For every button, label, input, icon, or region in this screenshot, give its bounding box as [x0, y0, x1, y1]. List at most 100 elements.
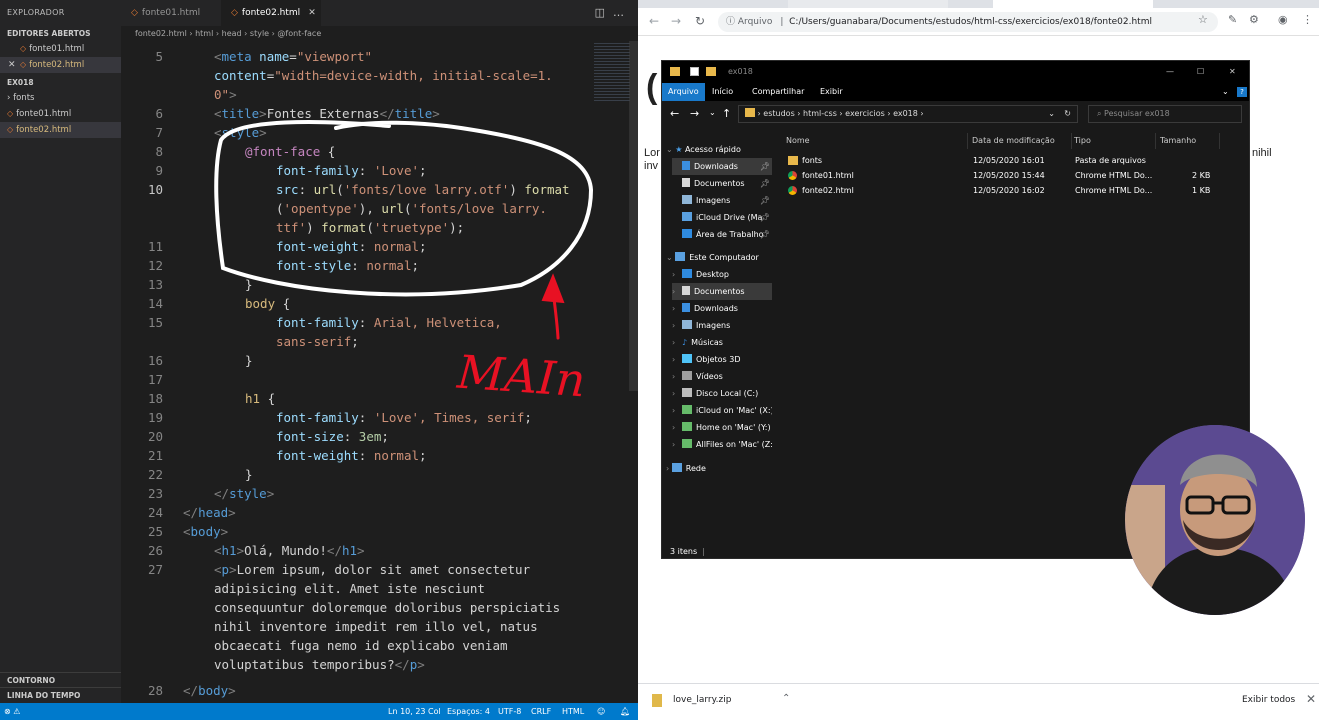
column-header-date[interactable]: Data de modificação [972, 133, 1072, 149]
reload-icon[interactable]: ↻ [692, 13, 708, 29]
breadcrumb-file[interactable]: fonte02.html [135, 29, 187, 38]
eyedropper-icon[interactable]: ✎ [1228, 13, 1237, 26]
nav-item-icloud-drive[interactable]: iCloud Drive (Ma 📌︎ [672, 209, 772, 226]
more-icon[interactable]: … [613, 6, 632, 19]
tab-fonte02[interactable]: ◇ fonte02.html ✕ [221, 0, 321, 26]
address-bar[interactable]: ⓘ Arquivo | C:/Users/guanabara/Documents/… [718, 12, 1218, 32]
line-number: 21 [147, 448, 163, 463]
ribbon-tab-compartilhar[interactable]: Compartilhar [752, 83, 804, 101]
nav-item-imagens[interactable]: Imagens 📌︎ [672, 192, 772, 209]
refresh-icon[interactable]: ↻ [1064, 106, 1071, 122]
nav-item-desktop[interactable]: › Desktop [672, 266, 772, 283]
outline-section[interactable]: CONTORNO [0, 672, 121, 687]
nav-item-area-de-trabalho[interactable]: Área de Trabalho 📌︎ [672, 226, 772, 243]
bookmark-star-icon[interactable]: ☆ [1198, 13, 1208, 26]
properties-icon[interactable] [690, 67, 699, 76]
nav-item-objetos-3d[interactable]: › Objetos 3D [672, 351, 772, 368]
feedback-icon[interactable]: ☺ [597, 703, 605, 720]
recent-locations-icon[interactable]: ⌄ [709, 108, 716, 117]
file-fonte01[interactable]: ◇ fonte01.html [0, 106, 121, 122]
workspace-section[interactable]: EX018 [0, 75, 121, 90]
open-editor-fonte02[interactable]: ✕ ◇ fonte02.html [0, 57, 121, 73]
path-segment[interactable]: html-css [803, 109, 837, 118]
nav-item-videos[interactable]: › Vídeos [672, 368, 772, 385]
end-of-line[interactable]: CRLF [531, 703, 551, 720]
bell-icon[interactable]: 🔔︎ [620, 703, 630, 720]
up-icon[interactable]: ↑ [722, 107, 731, 120]
breadcrumb-head[interactable]: head [222, 29, 242, 38]
back-icon[interactable]: ← [646, 13, 662, 29]
nav-item-imagens-pc[interactable]: › Imagens [672, 317, 772, 334]
tab-fonte01[interactable]: ◇ fonte01.html [121, 0, 221, 26]
minimize-icon[interactable]: — [1166, 61, 1174, 83]
breadcrumb-style[interactable]: style [250, 29, 269, 38]
close-icon[interactable]: ✕ [8, 57, 16, 73]
close-icon[interactable]: ✕ [1229, 61, 1236, 83]
code-editor[interactable]: 5 6 7 8 9 10 11 12 13 14 15 16 17 18 19 … [121, 41, 638, 703]
ribbon-tab-exibir[interactable]: Exibir [820, 83, 843, 101]
ribbon-tab-arquivo[interactable]: Arquivo [662, 83, 705, 101]
file-row[interactable]: fonts 12/05/2020 16:01 Pasta de arquivos [774, 153, 1249, 168]
encoding[interactable]: UTF-8 [498, 703, 521, 720]
file-row[interactable]: fonte01.html 12/05/2020 15:44 Chrome HTM… [774, 168, 1249, 183]
nav-item-downloads[interactable]: Downloads 📌︎ [672, 158, 772, 175]
breadcrumb-font-face[interactable]: @font-face [277, 29, 321, 38]
open-editors-section[interactable]: EDITORES ABERTOS [0, 26, 121, 41]
browser-tab[interactable] [788, 0, 948, 8]
profile-icon[interactable]: ◉ [1278, 13, 1288, 26]
chevron-right-icon: › [672, 287, 676, 296]
nav-item-disco-local[interactable]: › Disco Local (C:) [672, 385, 772, 402]
file-fonte02[interactable]: ◇ fonte02.html [0, 122, 121, 138]
nav-item-documentos-pc[interactable]: › Documentos [672, 283, 772, 300]
this-pc[interactable]: ⌄ Este Computador [666, 249, 774, 266]
chevron-right-icon: › [672, 270, 676, 279]
path-segment[interactable]: exercicios [845, 109, 885, 118]
help-icon[interactable]: ? [1237, 87, 1247, 97]
expand-ribbon-icon[interactable]: ⌄ [1222, 83, 1229, 101]
split-editor-icon[interactable]: ◫ [595, 6, 613, 19]
forward-icon[interactable]: → [668, 13, 684, 29]
new-folder-icon[interactable] [706, 67, 716, 76]
menu-icon[interactable]: ⋮ [1302, 13, 1313, 26]
indentation[interactable]: Espaços: 4 [447, 703, 490, 720]
nav-item-rede[interactable]: › Rede [666, 460, 774, 477]
ribbon-tab-inicio[interactable]: Início [712, 83, 733, 101]
path-segment[interactable]: estudos [763, 109, 794, 118]
extensions-icon[interactable]: ⚙ [1249, 13, 1259, 26]
column-header-size[interactable]: Tamanho [1160, 133, 1220, 149]
chevron-up-icon[interactable]: ⌃ [782, 693, 790, 704]
maximize-icon[interactable]: ☐ [1197, 61, 1204, 83]
close-icon[interactable]: ✕ [308, 8, 316, 18]
editor-scrollbar[interactable] [629, 41, 638, 391]
column-header-type[interactable]: Tipo [1074, 133, 1156, 149]
minimap[interactable] [594, 41, 630, 101]
browser-tab-active[interactable] [993, 0, 1153, 8]
nav-item-icloud-on-mac[interactable]: › iCloud on 'Mac' (X:) [672, 402, 772, 419]
dropdown-icon[interactable]: ⌄ [1048, 106, 1055, 122]
path-segment[interactable]: ex018 [893, 109, 918, 118]
nav-item-documentos[interactable]: Documentos 📌︎ [672, 175, 772, 192]
back-icon[interactable]: ← [670, 107, 679, 120]
remote-icon[interactable]: ⊗ ⚠ [4, 703, 20, 720]
line-number: 14 [147, 296, 163, 311]
fe-search-box[interactable]: ⌕ Pesquisar ex018 [1088, 105, 1242, 123]
info-icon[interactable]: ⓘ [726, 17, 735, 27]
show-all-button[interactable]: Exibir todos [1242, 695, 1295, 705]
folder-fonts[interactable]: › fonts [0, 90, 121, 106]
nav-item-downloads-pc[interactable]: › Downloads [672, 300, 772, 317]
forward-icon[interactable]: → [690, 107, 699, 120]
language-mode[interactable]: HTML [562, 703, 584, 720]
download-filename[interactable]: love_larry.zip [673, 695, 731, 705]
file-row[interactable]: fonte02.html 12/05/2020 16:02 Chrome HTM… [774, 183, 1249, 198]
breadcrumb-html[interactable]: html [195, 29, 213, 38]
timeline-section[interactable]: LINHA DO TEMPO [0, 687, 121, 702]
column-header-name[interactable]: Nome [786, 133, 968, 149]
nav-item-musicas[interactable]: › ♪ Músicas [672, 334, 772, 351]
nav-item-allfiles-on-mac[interactable]: › AllFiles on 'Mac' (Z:) [672, 436, 772, 453]
quick-access[interactable]: ⌄ ★ Acesso rápido [666, 141, 774, 158]
nav-item-home-on-mac[interactable]: › Home on 'Mac' (Y:) [672, 419, 772, 436]
fe-address-bar[interactable]: › estudos › html-css › exercicios › ex01… [738, 105, 1078, 123]
cursor-position[interactable]: Ln 10, 23 Col [388, 703, 441, 720]
open-editor-fonte01[interactable]: ◇ fonte01.html [0, 41, 121, 57]
close-icon[interactable]: ✕ [1306, 692, 1316, 706]
